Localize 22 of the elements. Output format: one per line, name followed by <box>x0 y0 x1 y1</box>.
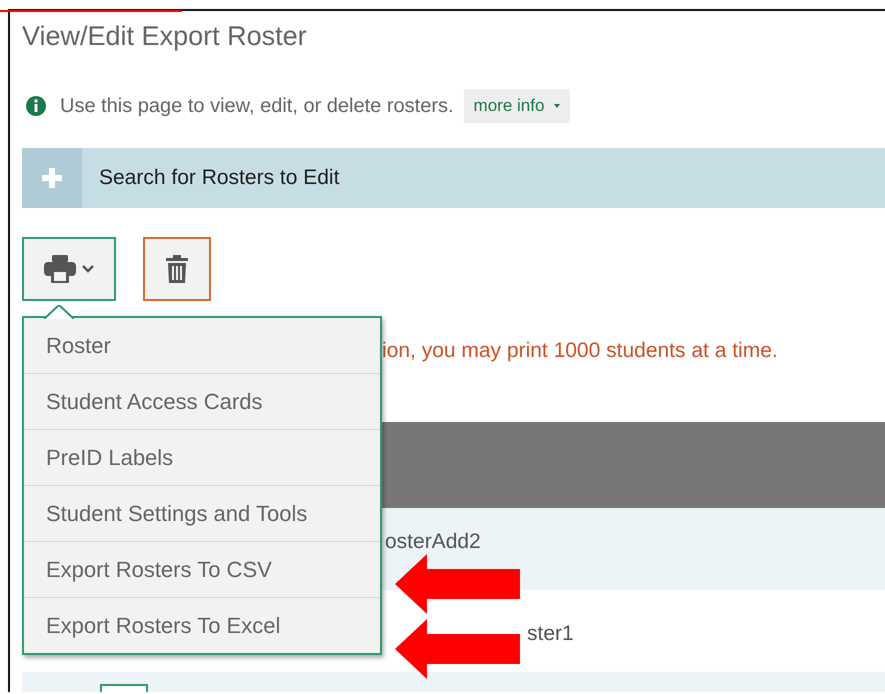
warning-text: ion, you may print 1000 students at a time. <box>382 339 778 364</box>
search-panel[interactable]: Search for Rosters to Edit <box>22 148 885 208</box>
page-title: View/Edit Export Roster <box>22 20 308 53</box>
menu-item[interactable]: PreID Labels <box>24 429 380 485</box>
info-icon <box>26 96 46 116</box>
menu-item[interactable]: Student Settings and Tools <box>24 485 380 541</box>
menu-item[interactable]: Student Access Cards <box>24 373 380 429</box>
plus-icon <box>42 168 62 188</box>
info-text: Use this page to view, edit, or delete rosters. <box>60 94 454 118</box>
table-cell: osterAdd2 <box>385 530 481 554</box>
menu-item[interactable]: Roster <box>24 318 380 373</box>
menu-item[interactable]: Export Rosters To Excel <box>24 597 380 653</box>
trash-icon <box>166 255 188 283</box>
search-panel-label: Search for Rosters to Edit <box>99 166 340 190</box>
menu-item[interactable]: Export Rosters To CSV <box>24 541 380 597</box>
table-cell: ster1 <box>527 622 574 646</box>
delete-button[interactable] <box>143 237 211 301</box>
print-button[interactable] <box>22 237 116 301</box>
caret-icon <box>554 104 560 108</box>
chevron-down-icon <box>82 265 94 273</box>
more-info-button[interactable]: more info <box>464 89 570 123</box>
printer-icon <box>44 255 76 283</box>
